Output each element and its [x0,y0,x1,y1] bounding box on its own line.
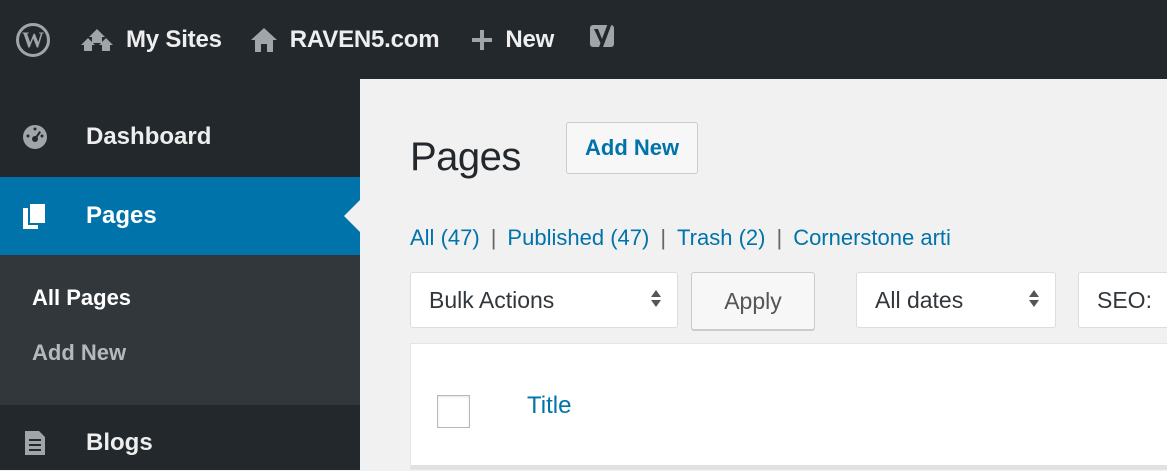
home-icon [250,27,278,53]
filter-separator: | [776,225,783,250]
submenu-all-pages[interactable]: All Pages [32,285,131,311]
new-content-menu[interactable]: New [471,0,554,79]
select-arrows-icon [1029,290,1039,307]
my-sites-label: My Sites [126,25,222,53]
sidebar-item-label: Dashboard [86,123,212,150]
sidebar-item-label: Blogs [86,429,153,456]
site-name-menu[interactable]: RAVEN5.com [250,0,440,79]
main-content: Pages Add New All (47) | Published (47) | Tr… [360,79,1167,470]
pages-icon [20,202,50,230]
new-label: New [505,25,555,53]
bulk-actions-value: Bulk Actions [429,286,555,313]
filter-separator: | [490,225,497,250]
filter-published[interactable]: Published (47) [507,225,649,250]
dashboard-icon [20,124,50,150]
my-sites-icon [80,27,114,53]
dates-filter-value: All dates [875,286,964,313]
filter-trash[interactable]: Trash (2) [677,225,765,250]
bulk-actions-select[interactable]: Bulk Actions [410,272,678,328]
filter-separator: | [660,225,667,250]
sidebar-item-label: Pages [86,202,157,229]
pages-submenu: All Pages Add New [0,255,360,405]
seo-filter-select[interactable]: SEO: [1078,272,1167,328]
select-arrows-icon [651,290,661,307]
select-all-checkbox[interactable] [437,395,470,428]
yoast-icon [588,21,618,58]
dates-filter-select[interactable]: All dates [856,272,1056,328]
plus-icon [471,29,493,51]
column-header-title[interactable]: Title [527,392,571,420]
sidebar-item-dashboard[interactable]: Dashboard [0,109,360,165]
table-divider [411,465,1167,469]
apply-button[interactable]: Apply [691,272,815,330]
filter-cornerstone[interactable]: Cornerstone arti [793,225,951,250]
my-sites-menu[interactable]: My Sites [80,0,222,79]
admin-sidebar: Dashboard Pages All Pages Add New Blogs [0,79,360,470]
status-filters: All (47) | Published (47) | Trash (2) | Corner… [410,225,1167,251]
sidebar-item-pages[interactable]: Pages [0,177,360,255]
add-new-button[interactable]: Add New [566,122,699,174]
admin-bar: W My Sites RAVEN5.com New [0,0,1167,79]
sidebar-item-blogs[interactable]: Blogs [0,415,360,471]
pages-table: Title [410,343,1167,470]
yoast-menu[interactable] [588,0,618,79]
blogs-icon [20,430,50,456]
filter-all[interactable]: All (47) [410,225,480,250]
seo-filter-value: SEO: [1097,286,1152,313]
wordpress-logo-icon[interactable]: W [16,22,50,57]
site-name-label: RAVEN5.com [289,25,440,53]
page-title: Pages [410,135,521,179]
submenu-add-new[interactable]: Add New [32,340,126,366]
